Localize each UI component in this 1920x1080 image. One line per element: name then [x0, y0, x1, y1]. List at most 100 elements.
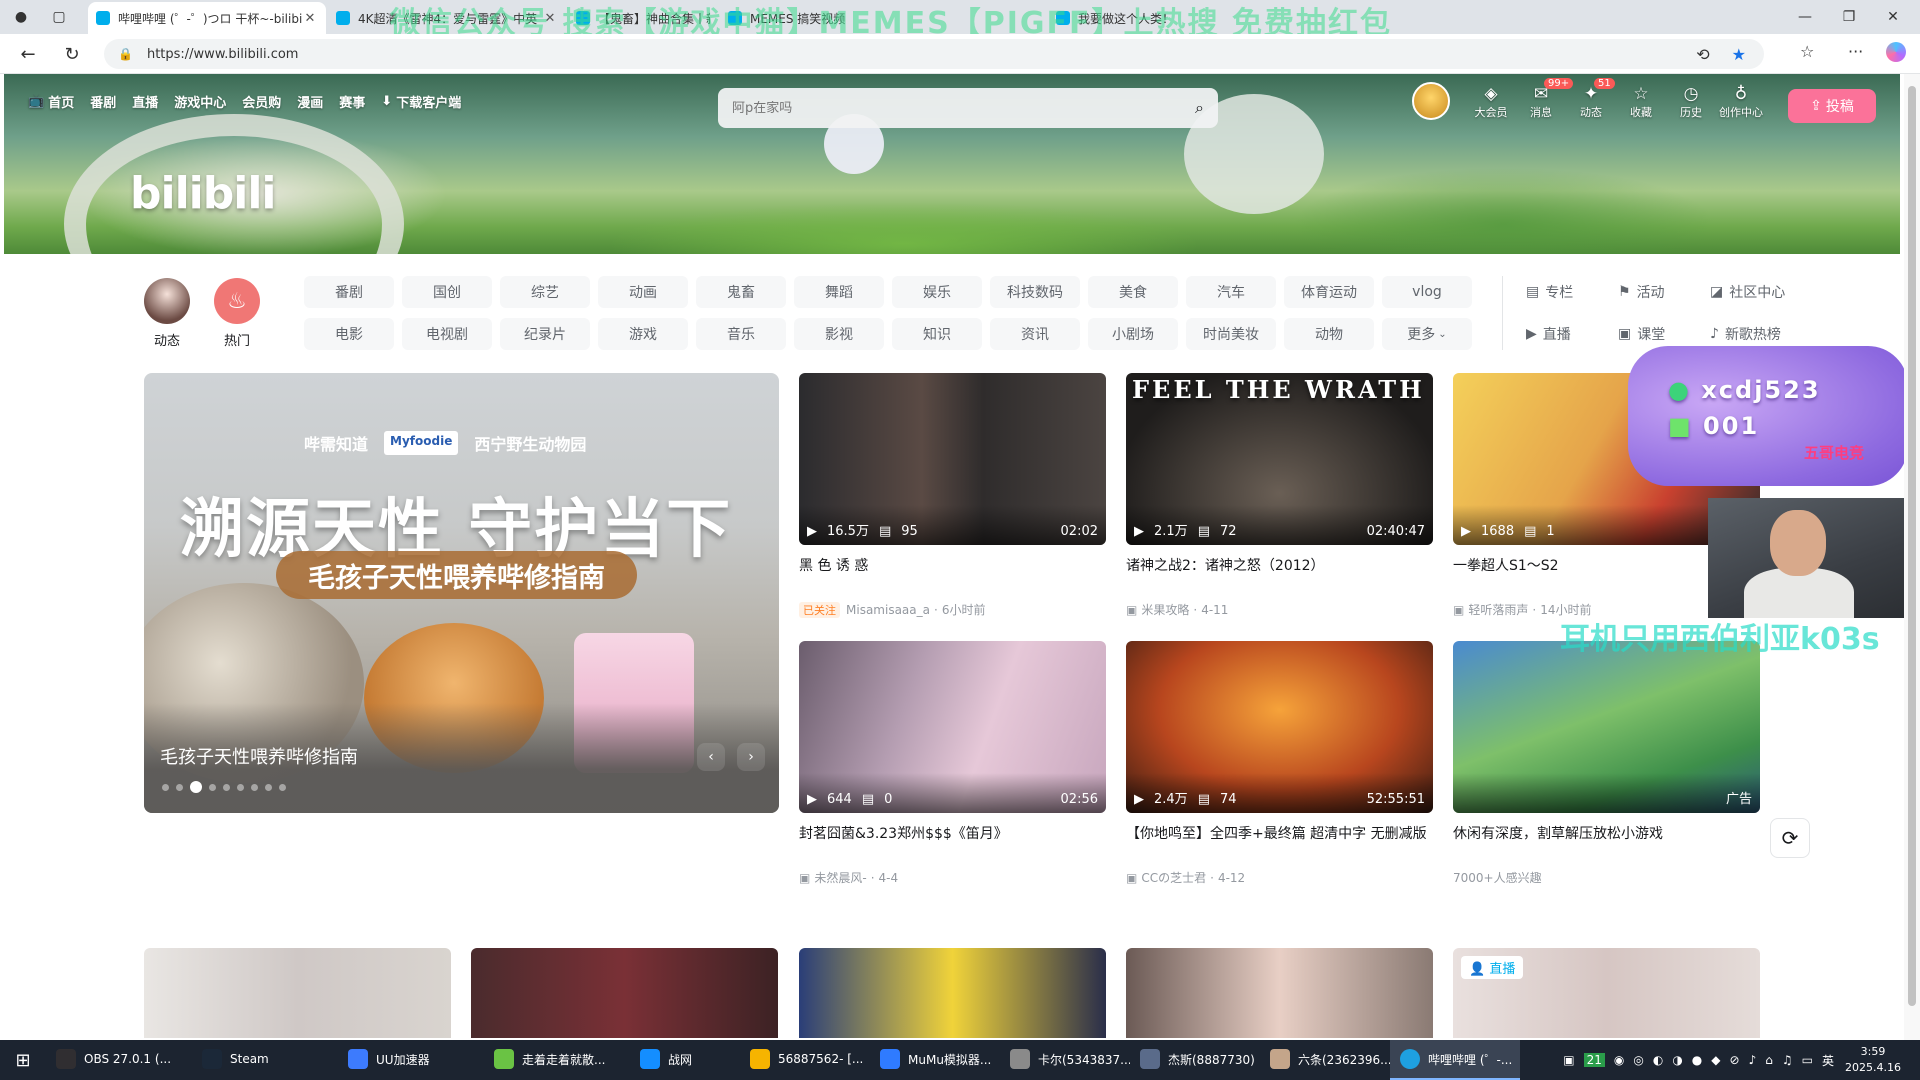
- channel-btn[interactable]: 番剧: [304, 276, 394, 308]
- video-card-partial[interactable]: [144, 948, 451, 1038]
- tray-app-icon[interactable]: ⊘: [1730, 1053, 1740, 1067]
- ad-title[interactable]: 休闲有深度，割草解压放松小游戏: [1453, 823, 1760, 867]
- windows-start-icon[interactable]: ⊞: [0, 1040, 46, 1080]
- reload-icon[interactable]: ↻: [58, 42, 86, 66]
- video-thumbnail[interactable]: ▶ 16.5万 ▤ 95 02:02: [799, 373, 1106, 545]
- entry-favorites[interactable]: ☆ 收藏: [1618, 84, 1664, 120]
- display-icon[interactable]: ▭: [1802, 1053, 1813, 1067]
- channel-dynamic[interactable]: 动态: [142, 278, 192, 349]
- bilibili-logo[interactable]: bilibili: [130, 168, 276, 219]
- channel-btn[interactable]: 纪录片: [500, 318, 590, 350]
- taskbar-item[interactable]: 战网: [630, 1040, 740, 1080]
- channel-btn[interactable]: vlog: [1382, 276, 1472, 308]
- carousel-dot[interactable]: [223, 783, 230, 791]
- video-author[interactable]: 未然晨风-: [814, 869, 866, 886]
- video-title[interactable]: 【你地鸣至】全四季+最终篇 超清中字 无删减版: [1126, 823, 1433, 867]
- ad-card[interactable]: 广告 休闲有深度，割草解压放松小游戏 7000+人感兴趣: [1453, 641, 1760, 886]
- entry-vip[interactable]: ◈ 大会员: [1468, 84, 1514, 120]
- video-thumbnail[interactable]: FEEL THE WRATH ▶ 2.1万 ▤ 72 02:40:47: [1126, 373, 1433, 545]
- side-link-community[interactable]: ◪ 社区中心: [1710, 276, 1790, 308]
- taskbar-item[interactable]: 卡尔(5343837...: [1000, 1040, 1130, 1080]
- tray-app-icon[interactable]: ◐: [1653, 1053, 1663, 1067]
- channel-btn[interactable]: 资讯: [990, 318, 1080, 350]
- volume-icon[interactable]: ♫: [1782, 1053, 1793, 1067]
- channel-btn[interactable]: 音乐: [696, 318, 786, 350]
- side-link-activity[interactable]: ⚑ 活动: [1618, 276, 1698, 308]
- channel-btn[interactable]: 美食: [1088, 276, 1178, 308]
- channel-btn[interactable]: 电影: [304, 318, 394, 350]
- channel-btn[interactable]: 汽车: [1186, 276, 1276, 308]
- video-card[interactable]: ▶ 2.4万 ▤ 74 52:55:51 【你地鸣至】全四季+最终篇 超清中字 无删…: [1126, 641, 1433, 886]
- restore-icon[interactable]: ❐: [1832, 6, 1866, 28]
- live-card-partial[interactable]: 👤 直播: [1453, 948, 1760, 1038]
- close-icon[interactable]: ✕: [302, 11, 318, 26]
- tray-app-icon[interactable]: ●: [1692, 1053, 1702, 1067]
- upload-button[interactable]: ⇪ 投稿: [1788, 89, 1876, 123]
- input-language[interactable]: 英: [1822, 1052, 1834, 1069]
- channel-btn[interactable]: 舞蹈: [794, 276, 884, 308]
- entry-creator-center[interactable]: ♁ 创作中心: [1718, 84, 1764, 120]
- video-card[interactable]: FEEL THE WRATH ▶ 2.1万 ▤ 72 02:40:47 诸神之战2：…: [1126, 373, 1433, 618]
- side-link-column[interactable]: ▤ 专栏: [1526, 276, 1606, 308]
- video-card[interactable]: ▶ 644 ▤ 0 02:56 封茗囧菌&3.23郑州$$$《笛月》 ▣ 未然晨风-…: [799, 641, 1106, 886]
- search-icon[interactable]: ⌕: [1195, 98, 1204, 118]
- network-icon[interactable]: ⌂: [1765, 1053, 1773, 1067]
- video-card-partial[interactable]: [799, 948, 1106, 1038]
- browser-tab-3[interactable]: MEMES 搞笑视频: [720, 2, 860, 34]
- ad-thumbnail[interactable]: 广告: [1453, 641, 1760, 813]
- entry-dynamic[interactable]: ✦ 51 动态: [1568, 78, 1615, 120]
- taskbar-item[interactable]: MuMu模拟器...: [870, 1040, 1000, 1080]
- channel-btn[interactable]: 小剧场: [1088, 318, 1178, 350]
- browser-tab-2[interactable]: 【鬼畜】神曲合集丨新鬼畜: [568, 2, 718, 34]
- video-author[interactable]: 轻听落雨声: [1468, 601, 1528, 618]
- tray-app-icon[interactable]: ◉: [1614, 1053, 1624, 1067]
- carousel-dot[interactable]: [265, 783, 272, 791]
- nav-live[interactable]: 直播: [132, 92, 158, 111]
- close-icon[interactable]: ✕: [542, 11, 558, 26]
- channel-btn[interactable]: 国创: [402, 276, 492, 308]
- url-field[interactable]: 🔒 https://www.bilibili.com ⟲ ★: [104, 39, 1764, 69]
- tray-badge[interactable]: 21: [1583, 1053, 1605, 1067]
- carousel-dot[interactable]: [209, 783, 216, 791]
- nav-home[interactable]: 📺 首页: [28, 92, 74, 111]
- nav-anime[interactable]: 番剧: [90, 92, 116, 111]
- favorite-star-icon[interactable]: ★: [1732, 45, 1746, 64]
- channel-hot[interactable]: ♨ 热门: [212, 278, 262, 349]
- channel-btn[interactable]: 鬼畜: [696, 276, 786, 308]
- channel-btn[interactable]: 体育运动: [1284, 276, 1374, 308]
- nav-download[interactable]: ⬇ 下载客户端: [381, 92, 461, 111]
- more-icon[interactable]: ···: [1848, 42, 1863, 61]
- carousel-next-button[interactable]: ›: [737, 743, 765, 771]
- carousel-prev-button[interactable]: ‹: [697, 743, 725, 771]
- nav-esports[interactable]: 赛事: [339, 92, 365, 111]
- tray-app-icon[interactable]: ▣: [1563, 1053, 1574, 1067]
- channel-btn[interactable]: 动画: [598, 276, 688, 308]
- carousel-title[interactable]: 毛孩子天性喂养哔修指南: [160, 743, 358, 769]
- nav-mall[interactable]: 会员购: [242, 92, 281, 111]
- carousel-dot[interactable]: [279, 783, 286, 791]
- taskbar-item-active[interactable]: 哔哩哔哩 (゜-...: [1390, 1040, 1520, 1080]
- side-link-live[interactable]: ▶ 直播: [1526, 318, 1606, 350]
- nav-game-center[interactable]: 游戏中心: [174, 92, 226, 111]
- system-clock[interactable]: 3:59 2025.4.16: [1840, 1044, 1906, 1076]
- video-title[interactable]: 诸神之战2：诸神之怒（2012）: [1126, 555, 1433, 599]
- browser-tab-0[interactable]: 哔哩哔哩 (゜-゜)つロ 干杯~-bilibili ✕: [88, 2, 326, 34]
- carousel-dot[interactable]: [176, 783, 183, 791]
- window-close-icon[interactable]: ✕: [1876, 6, 1910, 28]
- translate-icon[interactable]: ⟲: [1696, 45, 1709, 64]
- carousel-dot[interactable]: [251, 783, 258, 791]
- channel-btn[interactable]: 游戏: [598, 318, 688, 350]
- channel-btn[interactable]: 时尚美妆: [1186, 318, 1276, 350]
- taskbar-item[interactable]: Steam: [192, 1040, 338, 1080]
- taskbar-item[interactable]: 六条(2362396...: [1260, 1040, 1390, 1080]
- browser-tab-4[interactable]: 我要做这个人类！: [1048, 2, 1228, 34]
- video-title[interactable]: 黑 色 诱 惑: [799, 555, 1106, 599]
- user-avatar[interactable]: [1412, 82, 1450, 120]
- video-thumbnail[interactable]: ▶ 2.4万 ▤ 74 52:55:51: [1126, 641, 1433, 813]
- tray-app-icon[interactable]: ◎: [1633, 1053, 1643, 1067]
- video-card[interactable]: ▶ 16.5万 ▤ 95 02:02 黑 色 诱 惑 已关注 Misamisaaa_…: [799, 373, 1106, 618]
- tray-app-icon[interactable]: ◑: [1672, 1053, 1682, 1067]
- search-input[interactable]: [732, 100, 1196, 116]
- video-author[interactable]: CCの芝士君: [1141, 869, 1206, 886]
- carousel-dot[interactable]: [190, 781, 202, 793]
